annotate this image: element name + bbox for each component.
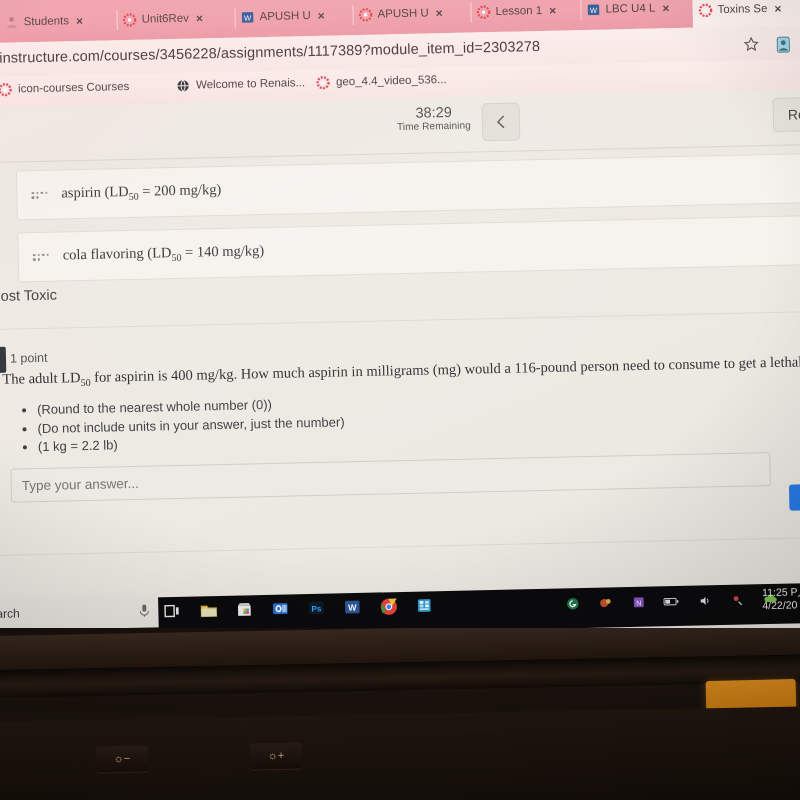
svg-text:N: N [636, 598, 641, 607]
file-explorer-icon[interactable] [198, 600, 218, 620]
taskbar-clock[interactable]: 11:25 P 4/22/20 [762, 586, 798, 613]
browser-tab-lbc-u4[interactable]: W LBC U4 L × [580, 0, 693, 30]
canvas-icon [0, 83, 12, 97]
canvas-icon [316, 76, 330, 90]
tab-close-icon[interactable]: × [547, 4, 556, 18]
profile-icon[interactable] [775, 36, 791, 54]
laptop-hardware: ☼− ☼+ ❐ F7 ✇ F8 ⚙ F9 ᛗ F10 ▥ F11 ☆ F12 [0, 628, 800, 800]
person-icon [6, 17, 18, 28]
tab-close-icon[interactable]: × [660, 1, 669, 15]
canvas-icon [122, 13, 137, 27]
svg-text:W: W [244, 13, 252, 22]
time-remaining-value: 38:29 [415, 104, 452, 122]
grammarly-icon[interactable] [562, 593, 582, 613]
globe-icon [177, 79, 189, 92]
tab-close-icon[interactable]: × [74, 14, 83, 28]
most-toxic-label: Most Toxic [0, 287, 58, 306]
windows-search-box[interactable]: to search [0, 593, 159, 632]
tab-label: LBC U4 L [605, 2, 656, 16]
word-icon: W [587, 4, 600, 16]
task-view-icon[interactable] [162, 601, 182, 621]
bookmark-item-welcome-renais[interactable]: Welcome to Renais... [176, 76, 305, 93]
browser-tab-lesson1[interactable]: Lesson 1 × [470, 0, 582, 33]
rank-row-label: cola flavoring (LD50 = 140 mg/kg) [62, 242, 265, 264]
volume-icon[interactable] [694, 590, 714, 610]
question-bullet-list: (Round to the nearest whole number (0)) … [19, 394, 345, 457]
windows-search-placeholder: to search [0, 606, 20, 622]
submit-button[interactable]: Sub [788, 483, 800, 511]
svg-text:W: W [590, 6, 598, 15]
tab-close-icon[interactable]: × [316, 9, 325, 23]
rank-row-cola[interactable]: cola flavoring (LD50 = 140 mg/kg) [17, 215, 800, 283]
bookmark-label: icon-courses Courses [17, 80, 130, 96]
bookmark-label: geo_4.4_video_536... [335, 74, 447, 89]
rank-row-label: aspirin (LD50 = 200 mg/kg) [61, 181, 222, 203]
answer-input[interactable]: Type your answer... [10, 452, 771, 503]
browser-tab-students[interactable]: Students × [0, 0, 118, 43]
question-text: The adult LD50 for aspirin is 400 mg/kg.… [2, 353, 800, 389]
outlook-icon[interactable] [270, 598, 290, 618]
tab-close-icon[interactable]: × [772, 2, 781, 16]
rank-row-aspirin[interactable]: aspirin (LD50 = 200 mg/kg) [15, 153, 800, 221]
word-icon: W [241, 12, 254, 23]
section-divider [0, 310, 800, 331]
canvas-icon [476, 5, 491, 19]
tab-label: APUSH U [259, 9, 311, 24]
previous-question-button[interactable] [481, 102, 521, 142]
photoshop-icon[interactable]: Ps [306, 598, 326, 618]
section-divider-bottom [0, 536, 800, 557]
bookmark-item-geo-video[interactable]: geo_4.4_video_536... [316, 73, 447, 90]
microphone-icon[interactable] [138, 603, 150, 617]
question-number-badge: 12 [0, 346, 7, 374]
brightness-down-icon: ☼− [113, 752, 131, 766]
key-brightness-up[interactable]: ☼+ [249, 742, 303, 770]
browser-tab-unit6rev[interactable]: Unit6Rev × [116, 0, 236, 40]
browser-tab-apush-2[interactable]: APUSH U × [352, 0, 472, 35]
canvas-icon [698, 3, 713, 18]
svg-text:W: W [348, 603, 357, 613]
tab-label: Unit6Rev [141, 12, 190, 26]
svg-text:Ps: Ps [311, 604, 322, 613]
word-icon[interactable]: W [342, 597, 362, 617]
excel-icon[interactable] [414, 595, 434, 615]
clock-time: 11:25 P [761, 586, 798, 600]
paint-icon[interactable] [595, 592, 615, 612]
brightness-up-icon: ☼+ [267, 749, 285, 763]
chrome-icon[interactable] [378, 596, 398, 616]
chevron-left-icon [497, 115, 505, 129]
tab-close-icon[interactable]: × [194, 11, 203, 25]
key-brightness-down[interactable]: ☼− [95, 745, 149, 773]
tab-close-icon[interactable]: × [434, 6, 443, 20]
clock-date: 4/22/20 [762, 599, 798, 613]
drag-handle-icon[interactable] [31, 191, 48, 199]
time-remaining: 38:29 Time Remaining [397, 105, 471, 135]
answer-input-placeholder: Type your answer... [21, 475, 139, 493]
onenote-icon[interactable]: N [628, 592, 648, 612]
return-button[interactable]: Return [772, 96, 800, 132]
drag-handle-icon[interactable] [32, 253, 49, 261]
bookmark-star-icon[interactable] [743, 36, 759, 52]
microsoft-store-icon[interactable] [234, 599, 254, 619]
canvas-icon [358, 8, 373, 22]
quiz-page: 38:29 Time Remaining Return 3 aspirin (L… [0, 88, 800, 628]
battery-icon[interactable] [661, 591, 681, 611]
tab-label: Students [23, 15, 70, 29]
notification-icon[interactable] [727, 589, 747, 609]
bookmark-label: Welcome to Renais... [195, 77, 306, 92]
bookmark-item-icon-courses[interactable]: icon-courses Courses [0, 80, 129, 97]
photo-of-laptop-screen: × Students × Unit6Rev × W APUSH U × [0, 0, 800, 800]
browser-window: × Students × Unit6Rev × W APUSH U × [0, 0, 800, 658]
taskbar-app-icons: Ps W [162, 595, 434, 621]
tab-label: APUSH U [377, 7, 429, 21]
time-remaining-label: Time Remaining [396, 120, 471, 134]
tab-label: Toxins Se [717, 3, 768, 17]
question-points: 1 point [9, 350, 48, 366]
browser-tab-apush-1[interactable]: W APUSH U × [234, 0, 354, 38]
tab-label: Lesson 1 [495, 4, 543, 18]
